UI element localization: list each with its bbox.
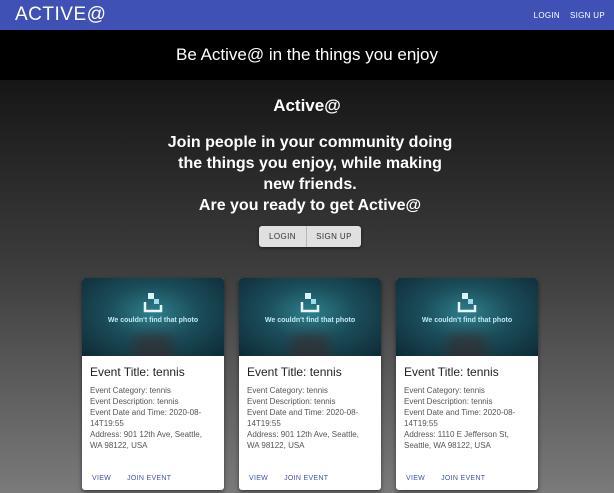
nav-links: LOGIN SIGN UP <box>534 11 605 20</box>
broken-image-icon <box>457 293 477 313</box>
nav-signup-button[interactable]: SIGN UP <box>570 11 605 20</box>
hero-line: new friends. <box>263 176 357 193</box>
event-address: Seattle, WA 98122, USA <box>404 441 491 450</box>
event-card-actions: VIEW JOIN EVENT <box>249 475 328 482</box>
hero-signup-button[interactable]: SIGN UP <box>307 226 361 247</box>
event-image-placeholder: We couldn't find that photo <box>239 278 381 356</box>
event-card-actions: VIEW JOIN EVENT <box>406 475 485 482</box>
event-datetime: Event Date and Time: 2020-08- <box>90 408 202 417</box>
tagline-banner: Be Active@ in the things you enjoy <box>0 30 614 80</box>
event-address: WA 98122, USA <box>90 441 148 450</box>
view-event-button[interactable]: VIEW <box>92 475 111 482</box>
hero-login-button[interactable]: LOGIN <box>259 226 307 247</box>
app-bar: ACTIVE@ LOGIN SIGN UP <box>0 0 614 30</box>
event-datetime: Event Date and Time: 2020-08- <box>247 408 359 417</box>
event-datetime: 14T19:55 <box>404 419 438 428</box>
hero-line: Are you ready to get Active@ <box>198 197 422 214</box>
hero-section: Active@ Join people in your community do… <box>0 80 614 493</box>
view-event-button[interactable]: VIEW <box>406 475 425 482</box>
event-card-content: Event Title: tennis Event Category: tenn… <box>82 356 224 451</box>
event-description: Event Description: tennis <box>247 397 336 406</box>
event-card: We couldn't find that photo Event Title:… <box>239 278 381 490</box>
event-image-placeholder: We couldn't find that photo <box>396 278 538 356</box>
event-image-placeholder: We couldn't find that photo <box>82 278 224 356</box>
event-title: Event Title: tennis <box>404 365 499 379</box>
event-card-actions: VIEW JOIN EVENT <box>92 475 171 482</box>
event-title: Event Title: tennis <box>90 365 185 379</box>
event-card: We couldn't find that photo Event Title:… <box>396 278 538 490</box>
broken-image-icon <box>143 293 163 313</box>
broken-image-icon <box>300 293 320 313</box>
event-address: Address: 1110 E Jefferson St, <box>404 430 509 439</box>
join-event-button[interactable]: JOIN EVENT <box>284 475 328 482</box>
hero-line: the things you enjoy, while making <box>178 155 442 172</box>
event-address: Address: 901 12th Ave, Seattle, <box>247 430 359 439</box>
image-missing-text: We couldn't find that photo <box>421 317 513 324</box>
event-description: Event Description: tennis <box>90 397 179 406</box>
event-description: Event Description: tennis <box>404 397 493 406</box>
event-category: Event Category: tennis <box>90 386 171 395</box>
event-card-content: Event Title: tennis Event Category: tenn… <box>239 356 381 451</box>
event-title: Event Title: tennis <box>247 365 342 379</box>
event-address: WA 98122, USA <box>247 441 305 450</box>
image-missing-text: We couldn't find that photo <box>107 317 199 324</box>
hero-button-group: LOGIN SIGN UP <box>259 226 361 247</box>
event-card-content: Event Title: tennis Event Category: tenn… <box>396 356 538 451</box>
event-datetime: Event Date and Time: 2020-08- <box>404 408 516 417</box>
tagline-text: Be Active@ in the things you enjoy <box>175 45 439 64</box>
hero-description: Join people in your community doing the … <box>150 132 470 216</box>
join-event-button[interactable]: JOIN EVENT <box>441 475 485 482</box>
view-event-button[interactable]: VIEW <box>249 475 268 482</box>
event-category: Event Category: tennis <box>404 386 485 395</box>
event-category: Event Category: tennis <box>247 386 328 395</box>
event-address: Address: 901 12th Ave, Seattle, <box>90 430 202 439</box>
hero-line: Join people in your community doing <box>167 134 453 151</box>
join-event-button[interactable]: JOIN EVENT <box>127 475 171 482</box>
event-datetime: 14T19:55 <box>90 419 124 428</box>
event-datetime: 14T19:55 <box>247 419 281 428</box>
hero-title: Active@ <box>273 96 341 115</box>
brand-logo[interactable]: ACTIVE@ <box>15 4 106 26</box>
event-card: We couldn't find that photo Event Title:… <box>82 278 224 490</box>
image-missing-text: We couldn't find that photo <box>264 317 356 324</box>
nav-login-button[interactable]: LOGIN <box>534 11 560 20</box>
